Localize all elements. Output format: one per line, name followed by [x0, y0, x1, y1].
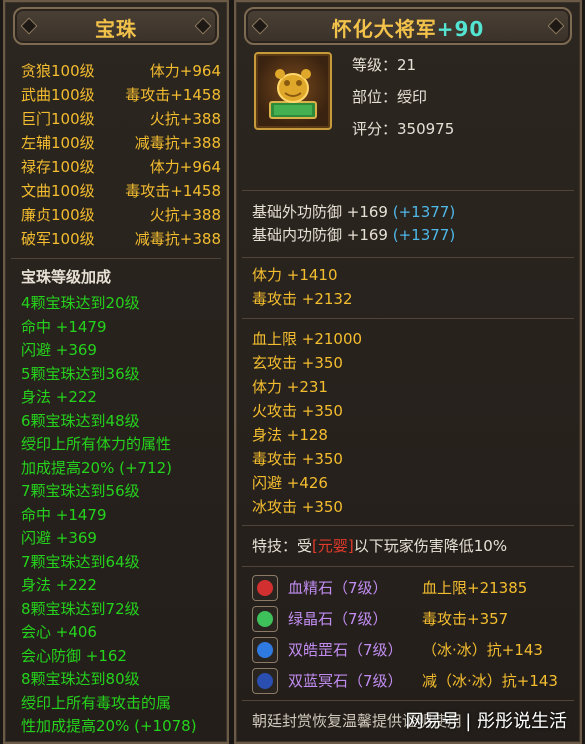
bonus-line: 加成提高20% (+712)	[21, 458, 173, 477]
gem-effect: （冰·冰）抗+143	[422, 641, 543, 659]
extra-stat: 血上限 +21000	[252, 330, 363, 348]
bonus-line: 7颗宝珠达到56级	[21, 482, 140, 500]
extra-stat: 毒攻击 +350	[252, 450, 343, 468]
main-stat: 毒攻击 +2132	[252, 290, 353, 308]
base-defense-line: 基础内功防御 +169 (+1377)	[252, 224, 455, 247]
bead-effect: 减毒抗+388	[134, 230, 221, 248]
bead-name: 禄存100级	[21, 158, 95, 176]
gem-name: 血精石（7级）	[288, 579, 388, 597]
bonus-line: 性加成提高20% (+1078)	[21, 717, 197, 735]
bonus-line: 绶印上所有体力的属性	[21, 435, 172, 453]
item-name: 怀化大将军	[331, 17, 437, 41]
stat-bonus: (+1377)	[392, 203, 456, 221]
bonus-line: 身法 +222	[21, 576, 97, 594]
item-icon	[254, 52, 332, 130]
skill-suffix: 以下玩家伤害降低10%	[353, 537, 508, 555]
bonus-line: 6颗宝珠达到48级	[21, 411, 140, 430]
bead-effect: 减毒抗+388	[134, 134, 221, 152]
gem-name: 绿晶石（7级）	[288, 610, 388, 628]
divider	[242, 318, 574, 319]
item-title: 怀化大将军+90	[246, 13, 570, 42]
seal-icon	[269, 69, 317, 119]
main-stat: 体力 +1410	[252, 266, 338, 284]
item-title-bar: 怀化大将军+90	[244, 7, 572, 45]
bonus-line: 命中 +1479	[21, 505, 107, 524]
item-slot: 部位：绶印	[352, 88, 428, 106]
item-level: 等级：21	[352, 56, 417, 74]
bead-row: 巨门100级 火抗+388	[21, 108, 221, 131]
bonus-line: 命中 +1479	[21, 317, 107, 336]
stat-bonus: (+1377)	[392, 226, 456, 244]
item-tooltip-panel: 怀化大将军+90 等级：21 部位：绶印 评分：350975 基础外功防御 +1…	[234, 0, 582, 744]
bead-effect: 体力+964	[149, 158, 221, 176]
gem-name: 双皓罡石（7级）	[288, 641, 403, 659]
blue-gem-icon	[252, 637, 278, 663]
extra-stat: 冰攻击 +350	[252, 498, 343, 516]
bead-effect: 毒攻击+1458	[125, 86, 221, 104]
bonus-line: 会心防御 +162	[21, 646, 127, 665]
gem-effect: 减（冰·冰）抗+143	[422, 672, 558, 690]
stat-text: 基础内功防御 +169	[252, 226, 388, 244]
red-gem-icon	[252, 575, 278, 601]
item-enhance-level: +90	[436, 17, 485, 41]
bead-name: 左辅100级	[21, 134, 95, 152]
gem-effect: 毒攻击+357	[422, 610, 509, 628]
bead-row: 廉贞100级 火抗+388	[21, 204, 221, 227]
green-gem-icon	[252, 606, 278, 632]
divider	[242, 190, 574, 191]
gem-name: 双蓝冥石（7级）	[288, 672, 403, 690]
divider	[242, 525, 574, 526]
extra-stat: 身法 +128	[252, 426, 328, 444]
stat-text: 基础外功防御 +169	[252, 203, 388, 221]
bead-name: 文曲100级	[21, 182, 95, 200]
bonus-line: 会心 +406	[21, 623, 97, 641]
watermark: 网易号 | 彤彤说生活	[405, 711, 567, 732]
bead-row: 武曲100级 毒攻击+1458	[21, 84, 221, 107]
bead-effect: 火抗+388	[149, 110, 221, 128]
divider	[242, 566, 574, 567]
bead-name: 破军100级	[21, 230, 95, 248]
extra-stat: 体力 +231	[252, 378, 328, 396]
bead-name: 武曲100级	[21, 86, 95, 104]
bead-name: 廉贞100级	[21, 206, 95, 224]
bead-panel-title: 宝珠	[95, 17, 137, 41]
bonus-line: 绶印上所有毒攻击的属	[21, 693, 172, 712]
bead-effect: 火抗+388	[149, 206, 221, 224]
bonus-line: 8颗宝珠达到80级	[21, 670, 140, 688]
divider	[242, 257, 574, 258]
bead-panel: 宝珠 贪狼100级 体力+964 武曲100级 毒攻击+1458 巨门100级 火抗+…	[3, 0, 229, 744]
divider	[11, 258, 221, 259]
bead-effect: 体力+964	[149, 62, 221, 80]
extra-stat: 玄攻击 +350	[252, 354, 343, 372]
bonus-line: 身法 +222	[21, 388, 97, 406]
skill-realm: [元婴]	[312, 537, 354, 555]
bead-panel-title-bar: 宝珠	[13, 7, 219, 45]
bonus-line: 8颗宝珠达到72级	[21, 599, 140, 618]
bonus-line: 闪避 +369	[21, 529, 97, 547]
divider	[242, 700, 574, 701]
bonus-line: 闪避 +369	[21, 341, 97, 359]
base-defense-line: 基础外功防御 +169 (+1377)	[252, 201, 455, 224]
item-score: 评分：350975	[352, 120, 455, 138]
bead-name: 贪狼100级	[21, 62, 95, 80]
skill-prefix: 特技：受	[252, 537, 313, 555]
bead-row: 左辅100级 减毒抗+388	[21, 132, 221, 155]
extra-stat: 火攻击 +350	[252, 402, 343, 420]
bead-row: 贪狼100级 体力+964	[21, 60, 221, 83]
bead-effect: 毒攻击+1458	[125, 182, 221, 200]
bonus-heading: 宝珠等级加成	[21, 268, 112, 286]
bonus-line: 5颗宝珠达到36级	[21, 364, 140, 383]
extra-stat: 闪避 +426	[252, 474, 328, 492]
bead-row: 破军100级 减毒抗+388	[21, 228, 221, 251]
bead-name: 巨门100级	[21, 110, 95, 128]
bonus-line: 4颗宝珠达到20级	[21, 294, 140, 312]
bead-row: 文曲100级 毒攻击+1458	[21, 180, 221, 203]
dark-blue-gem-icon	[252, 668, 278, 694]
bead-row: 禄存100级 体力+964	[21, 156, 221, 179]
bonus-line: 7颗宝珠达到64级	[21, 552, 140, 571]
skill-line: 特技：受[元婴]以下玩家伤害降低10%	[252, 535, 507, 558]
gem-effect: 血上限+21385	[422, 579, 528, 597]
